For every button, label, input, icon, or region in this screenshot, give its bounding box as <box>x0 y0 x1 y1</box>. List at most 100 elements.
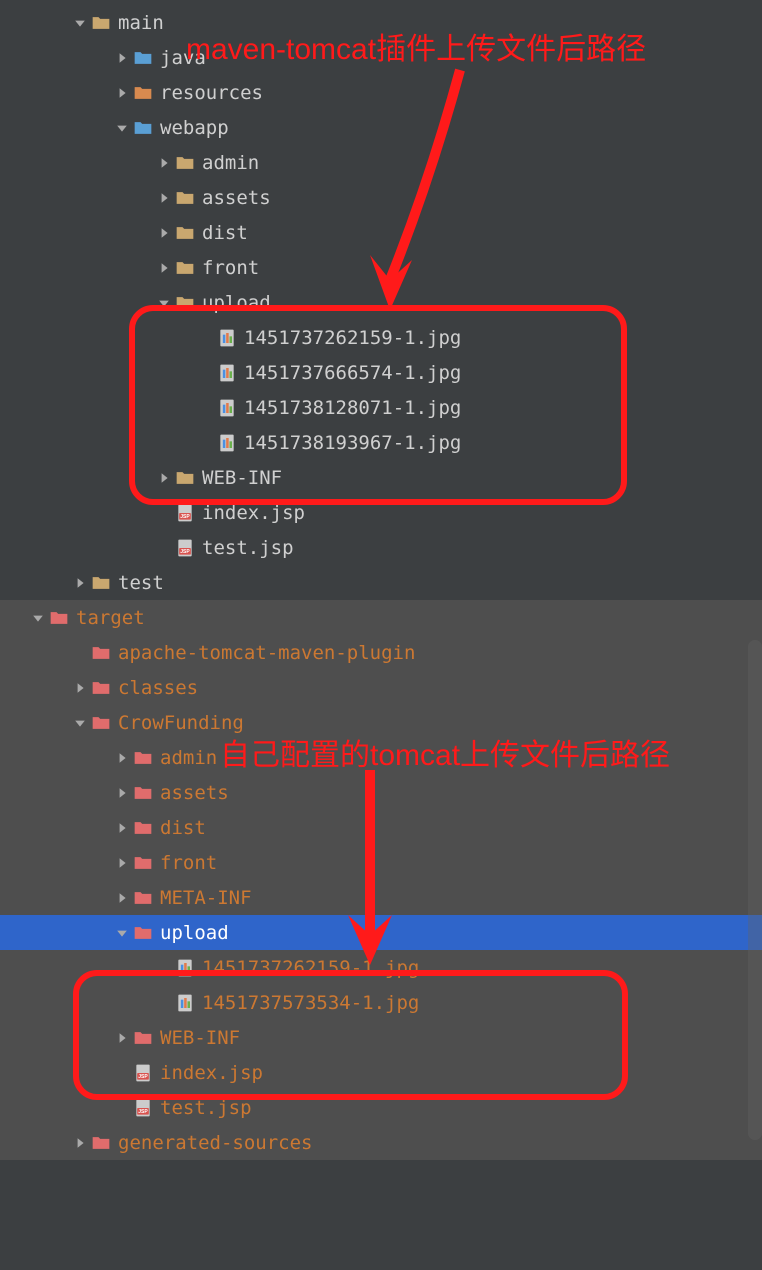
jsp-file-icon: JSP <box>174 537 196 559</box>
tree-item-label: CrowFunding <box>118 712 244 734</box>
folder-icon <box>132 817 154 839</box>
chevron-down-icon[interactable] <box>114 122 130 134</box>
tree-item-folder[interactable]: classes <box>0 670 762 705</box>
image-file-icon <box>216 362 238 384</box>
tree-item-file[interactable]: JSPindex.jsp <box>0 495 762 530</box>
chevron-down-icon[interactable] <box>30 612 46 624</box>
tree-item-folder[interactable]: upload <box>0 915 762 950</box>
image-file-icon <box>216 327 238 349</box>
tree-item-folder[interactable]: dist <box>0 810 762 845</box>
tree-item-label: META-INF <box>160 887 252 909</box>
tree-item-file[interactable]: 1451738193967-1.jpg <box>0 425 762 460</box>
tree-item-file[interactable]: JSP test.jsp <box>0 1090 762 1125</box>
tree-item-file[interactable]: 1451737262159-1.jpg <box>0 950 762 985</box>
tree-item-label: 1451738128071-1.jpg <box>244 397 461 419</box>
chevron-right-icon[interactable] <box>114 892 130 904</box>
folder-icon <box>132 887 154 909</box>
tree-item-label: WEB-INF <box>202 467 282 489</box>
tree-item-file[interactable]: 1451738128071-1.jpg <box>0 390 762 425</box>
folder-icon <box>90 12 112 34</box>
chevron-right-icon[interactable] <box>72 682 88 694</box>
tree-item-folder[interactable]: META-INF <box>0 880 762 915</box>
chevron-right-icon[interactable] <box>156 157 172 169</box>
tree-item-file[interactable]: JSPindex.jsp <box>0 1055 762 1090</box>
tree-item-folder[interactable]: generated-sources <box>0 1125 762 1160</box>
image-file-icon <box>174 992 196 1014</box>
folder-icon <box>174 257 196 279</box>
image-file-icon <box>216 397 238 419</box>
tree-item-label: front <box>160 852 217 874</box>
jsp-file-icon: JSP <box>132 1097 154 1119</box>
tree-item-label: test.jsp <box>160 1097 252 1119</box>
tree-item-label: apache-tomcat-maven-plugin <box>118 642 415 664</box>
tree-item-folder[interactable]: upload <box>0 285 762 320</box>
tree-item-folder[interactable]: main <box>0 5 762 40</box>
chevron-right-icon[interactable] <box>156 192 172 204</box>
image-file-icon <box>216 432 238 454</box>
chevron-down-icon[interactable] <box>156 297 172 309</box>
tree-item-folder[interactable]: target <box>0 600 762 635</box>
folder-icon <box>90 572 112 594</box>
folder-icon <box>132 747 154 769</box>
folder-icon <box>132 1027 154 1049</box>
folder-icon <box>132 852 154 874</box>
tree-item-folder[interactable]: front <box>0 250 762 285</box>
tree-item-label: java <box>160 47 206 69</box>
chevron-right-icon[interactable] <box>114 87 130 99</box>
folder-icon <box>132 47 154 69</box>
tree-item-label: 1451737666574-1.jpg <box>244 362 461 384</box>
tree-item-folder[interactable]: assets <box>0 180 762 215</box>
tree-item-file[interactable]: 1451737666574-1.jpg <box>0 355 762 390</box>
tree-item-folder[interactable]: WEB-INF <box>0 1020 762 1055</box>
tree-item-label: 1451737262159-1.jpg <box>244 327 461 349</box>
tree-item-label: 1451737262159-1.jpg <box>202 957 419 979</box>
chevron-right-icon[interactable] <box>114 752 130 764</box>
tree-item-folder[interactable]: test <box>0 565 762 600</box>
tree-item-folder[interactable]: CrowFunding <box>0 705 762 740</box>
tree-item-folder[interactable]: dist <box>0 215 762 250</box>
tree-item-label: test <box>118 572 164 594</box>
folder-icon <box>132 82 154 104</box>
chevron-right-icon[interactable] <box>156 227 172 239</box>
folder-icon <box>174 187 196 209</box>
svg-text:JSP: JSP <box>138 1109 148 1115</box>
tree-item-file[interactable]: JSP test.jsp <box>0 530 762 565</box>
vertical-scrollbar[interactable] <box>748 640 762 1140</box>
tree-item-label: assets <box>160 782 229 804</box>
chevron-right-icon[interactable] <box>72 577 88 589</box>
tree-item-label: test.jsp <box>202 537 294 559</box>
tree-item-folder[interactable]: resources <box>0 75 762 110</box>
tree-item-file[interactable]: 1451737262159-1.jpg <box>0 320 762 355</box>
tree-item-folder[interactable]: front <box>0 845 762 880</box>
chevron-right-icon[interactable] <box>156 262 172 274</box>
tree-item-folder[interactable]: WEB-INF <box>0 460 762 495</box>
chevron-down-icon[interactable] <box>72 17 88 29</box>
tree-item-label: index.jsp <box>160 1062 263 1084</box>
folder-icon <box>90 1132 112 1154</box>
tree-item-folder[interactable]: webapp <box>0 110 762 145</box>
tree-item-folder[interactable]: admin <box>0 740 762 775</box>
tree-item-label: resources <box>160 82 263 104</box>
tree-item-folder[interactable]: assets <box>0 775 762 810</box>
folder-icon <box>174 152 196 174</box>
chevron-right-icon[interactable] <box>114 822 130 834</box>
svg-text:JSP: JSP <box>180 514 190 520</box>
chevron-right-icon[interactable] <box>114 1032 130 1044</box>
chevron-right-icon[interactable] <box>156 472 172 484</box>
tree-item-label: admin <box>202 152 259 174</box>
chevron-down-icon[interactable] <box>114 927 130 939</box>
folder-icon <box>90 642 112 664</box>
chevron-right-icon[interactable] <box>114 787 130 799</box>
chevron-right-icon[interactable] <box>72 1137 88 1149</box>
project-tree[interactable]: srcmainjavaresourceswebappadminassetsdis… <box>0 0 762 1160</box>
tree-item-folder[interactable]: admin <box>0 145 762 180</box>
tree-item-label: main <box>118 12 164 34</box>
svg-text:JSP: JSP <box>180 549 190 555</box>
tree-item-folder[interactable]: apache-tomcat-maven-plugin <box>0 635 762 670</box>
chevron-right-icon[interactable] <box>114 52 130 64</box>
tree-item-label: 1451737573534-1.jpg <box>202 992 419 1014</box>
tree-item-folder[interactable]: java <box>0 40 762 75</box>
chevron-down-icon[interactable] <box>72 717 88 729</box>
chevron-right-icon[interactable] <box>114 857 130 869</box>
tree-item-file[interactable]: 1451737573534-1.jpg <box>0 985 762 1020</box>
